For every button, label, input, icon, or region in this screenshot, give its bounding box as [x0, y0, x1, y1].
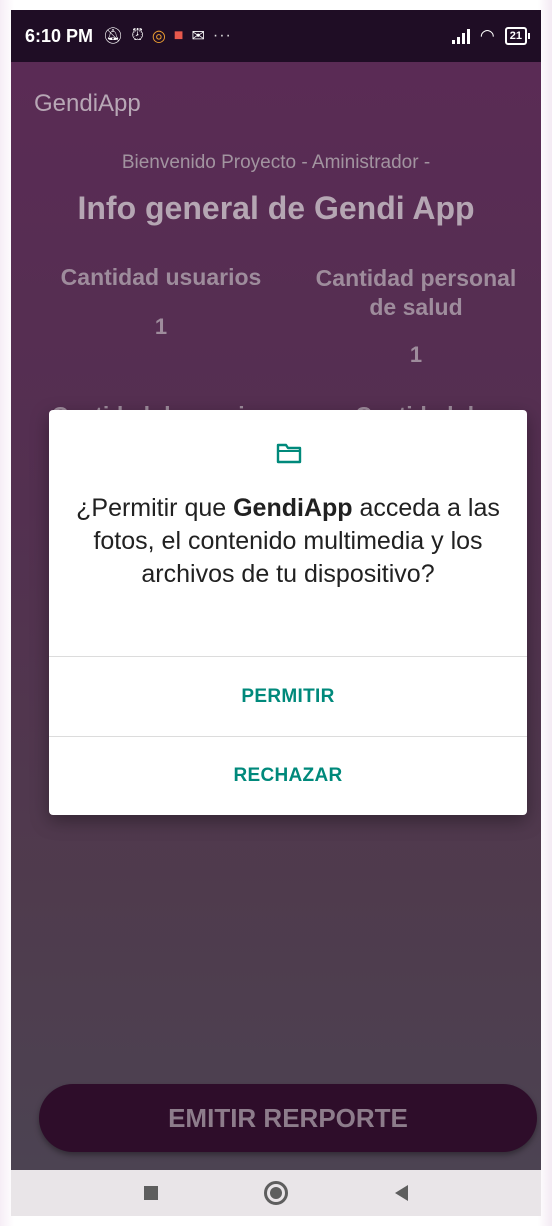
wifi-icon: ◠	[479, 26, 495, 45]
emit-report-button[interactable]: EMITIR RERPORTE	[39, 1084, 537, 1152]
users-count-value: 1	[154, 314, 168, 339]
welcome-text: Bienvenido Proyecto - Aministrador -	[121, 152, 431, 173]
screen: 6:10 PM 🔕︎ ⏰︎ ◎ ■ ✉ ··· ◠ 21 GendiApp Bi…	[11, 10, 541, 1216]
battery-icon: 21	[504, 27, 531, 45]
health-staff-label: Cantidad personal de salud	[315, 265, 517, 320]
users-count-label: Cantidad usuarios	[60, 264, 262, 290]
message-prefix: ¿Permitir que	[76, 494, 234, 522]
recents-icon[interactable]	[144, 1186, 159, 1200]
back-icon[interactable]	[394, 1185, 408, 1201]
allow-button[interactable]: PERMITIR	[49, 657, 527, 737]
permission-message: ¿Permitir que GendiApp acceda a las foto…	[73, 492, 503, 591]
status-bar: 6:10 PM 🔕︎ ⏰︎ ◎ ■ ✉ ··· ◠ 21	[11, 10, 541, 62]
alarm-icon: ⏰︎	[131, 27, 144, 44]
signal-icon	[451, 28, 470, 44]
gmail-icon: ✉	[191, 28, 205, 45]
folder-icon	[276, 443, 302, 464]
status-right: ◠ 21	[451, 26, 531, 46]
app-title: GendiApp	[34, 90, 141, 117]
health-staff-value: 1	[409, 342, 423, 367]
permission-dialog: ¿Permitir que GendiApp acceda a las foto…	[49, 410, 527, 815]
instagram-icon: ◎	[151, 28, 166, 45]
status-time: 6:10 PM	[25, 25, 94, 46]
deny-button[interactable]: RECHAZAR	[49, 737, 527, 815]
navigation-bar	[11, 1170, 541, 1216]
page-heading: Info general de Gendi App	[77, 190, 475, 226]
photos-icon: ■	[173, 27, 184, 44]
phone-frame: 6:10 PM 🔕︎ ⏰︎ ◎ ■ ✉ ··· ◠ 21 GendiApp Bi…	[0, 0, 552, 1226]
notifications-off-icon: 🔕︎	[103, 28, 124, 45]
home-icon[interactable]	[264, 1181, 289, 1205]
more-icon: ···	[212, 27, 232, 44]
app-name: GendiApp	[233, 494, 353, 522]
